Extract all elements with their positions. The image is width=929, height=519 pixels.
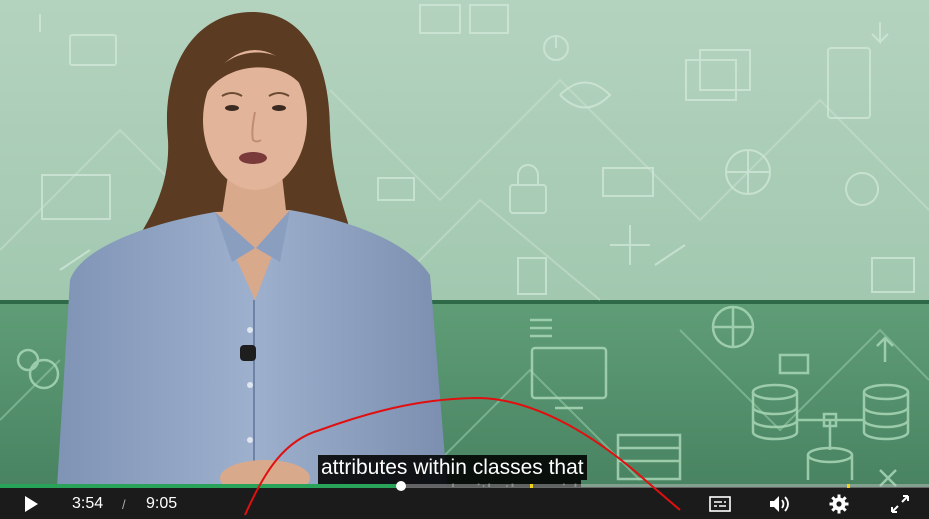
captions-button[interactable] <box>709 496 731 517</box>
caption-line-1: attributes within classes that <box>318 455 587 480</box>
current-time: 3:54 <box>72 495 104 512</box>
volume-icon <box>770 496 789 512</box>
play-icon <box>25 496 38 512</box>
video-frame[interactable] <box>0 0 929 519</box>
control-bar: 3:54 / 9:05 <box>0 487 929 519</box>
video-scene <box>0 0 929 519</box>
volume-button[interactable] <box>768 494 792 519</box>
duration: 9:05 <box>146 495 178 512</box>
seek-bar-cue-marker <box>530 484 534 488</box>
seek-bar-played <box>0 484 402 488</box>
play-button[interactable] <box>22 495 40 518</box>
fullscreen-icon <box>891 495 909 513</box>
video-player[interactable]: attributes within classes that are conce… <box>0 0 929 519</box>
seek-bar-cue-marker <box>847 484 851 488</box>
time-separator: / <box>122 497 126 512</box>
captions-icon <box>709 496 731 512</box>
fullscreen-button[interactable] <box>890 494 910 519</box>
gear-icon <box>829 494 849 514</box>
settings-button[interactable] <box>829 494 849 519</box>
seek-bar[interactable] <box>0 481 929 491</box>
